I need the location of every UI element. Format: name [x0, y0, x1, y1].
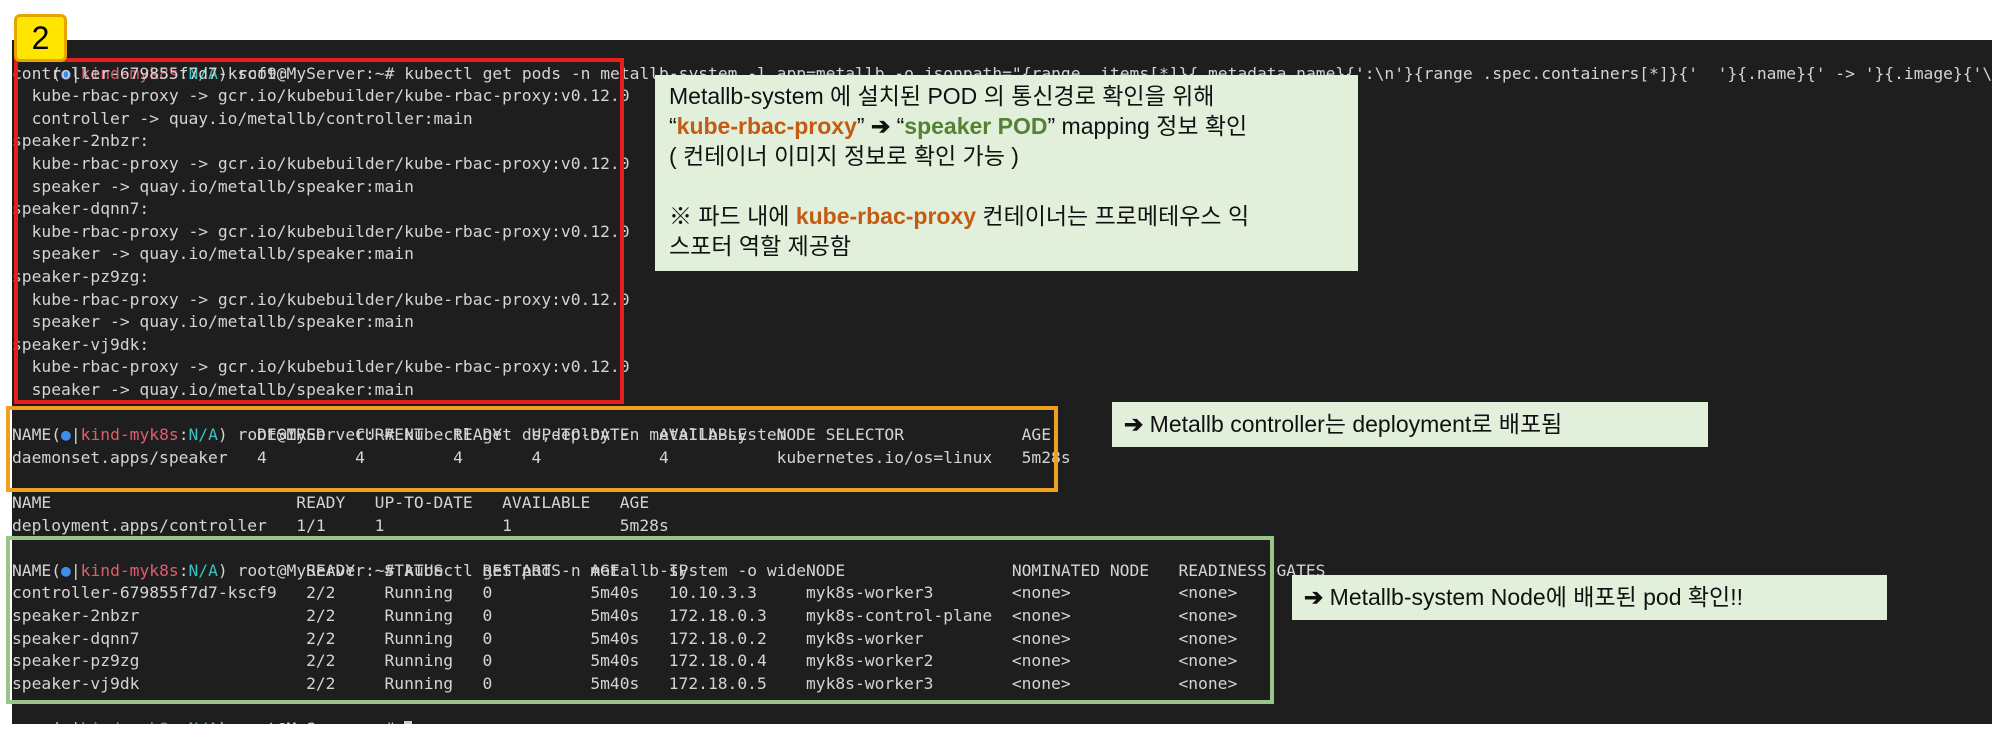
note-line: 스포터 역할 제공함 — [669, 233, 852, 259]
kube-status-icon: ● — [61, 719, 71, 724]
prompt-close-paren: ) — [218, 719, 228, 724]
note-line: Metallb-system 에 설치된 POD 의 통신경로 확인을 위해 — [669, 83, 1215, 109]
note-text: Metallb controller는 deployment로 배포됨 — [1143, 411, 1563, 437]
annotation-note-controller: ➔ Metallb controller는 deployment로 배포됨 — [1112, 402, 1708, 447]
deploy-table-header: NAME READY UP-TO-DATE AVAILABLE AGE — [12, 493, 650, 512]
orange-highlight-box — [6, 406, 1058, 492]
note-quote: “ — [890, 113, 905, 139]
user-host: root@MyServer:~# — [228, 719, 395, 724]
note-line: ※ 파드 내에 kube-rbac-proxy 컨테이너는 프로메테우스 익 — [669, 201, 1344, 231]
prompt-separator: | — [71, 719, 81, 724]
note-quote: “ — [669, 113, 677, 139]
note-highlight-green: speaker POD — [904, 113, 1048, 139]
prompt-colon: : — [179, 719, 189, 724]
note-text: ※ 파드 내에 — [669, 203, 796, 229]
text-cursor — [404, 720, 413, 724]
note-line: “kube-rbac-proxy” ➔ “speaker POD” mappin… — [669, 111, 1344, 141]
note-text: Metallb-system Node에 배포된 pod 확인!! — [1323, 584, 1743, 610]
annotation-note-pod-path: Metallb-system 에 설치된 POD 의 통신경로 확인을 위해 “… — [655, 75, 1358, 271]
annotation-note-pods: ➔ Metallb-system Node에 배포된 pod 확인!! — [1292, 575, 1887, 620]
note-line: ( 컨테이너 이미지 정보로 확인 가능 ) — [669, 143, 1019, 169]
green-highlight-box — [6, 536, 1274, 704]
arrow-right-icon: ➔ — [870, 113, 891, 139]
note-text: ” mapping 정보 확인 — [1047, 113, 1248, 139]
kube-namespace: N/A — [189, 719, 218, 724]
step-badge: 2 — [14, 14, 67, 62]
note-quote: ” — [856, 113, 871, 139]
arrow-right-icon: ➔ — [1124, 411, 1144, 437]
note-text: 컨테이너는 프로메테우스 익 — [976, 203, 1250, 229]
arrow-right-icon: ➔ — [1304, 584, 1324, 610]
note-highlight-orange: kube-rbac-proxy — [795, 203, 977, 229]
red-highlight-box — [14, 58, 624, 404]
note-highlight-orange: kube-rbac-proxy — [676, 113, 857, 139]
deploy-table-row: deployment.apps/controller 1/1 1 1 5m28s — [12, 515, 669, 535]
prompt-open-paren: ( — [51, 719, 61, 724]
kube-context: kind-myk8s — [81, 719, 179, 724]
